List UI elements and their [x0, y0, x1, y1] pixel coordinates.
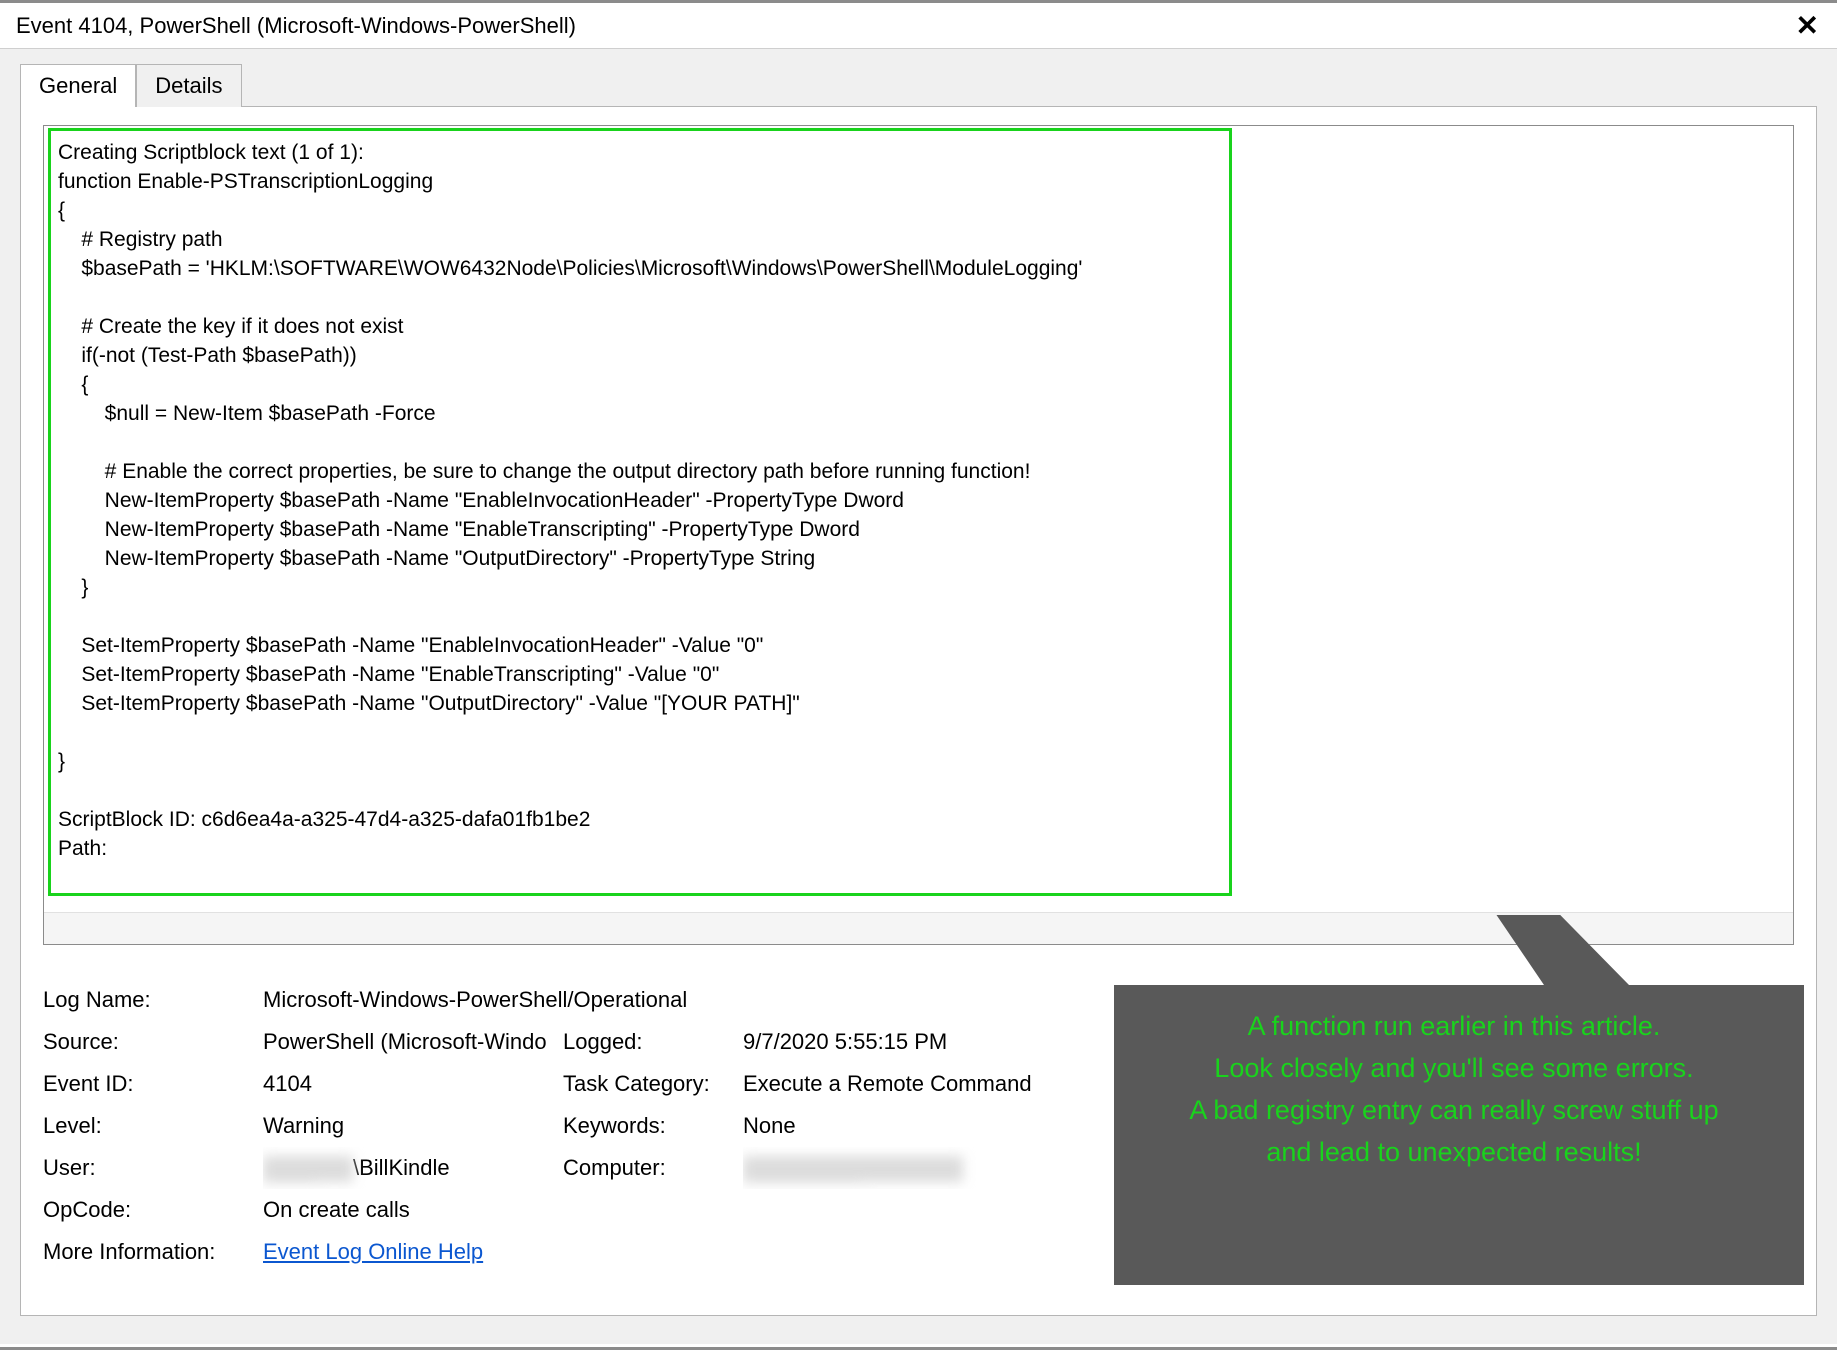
annotation-line-3: A bad registry entry can really screw st… [1134, 1089, 1774, 1131]
label-computer: Computer: [563, 1147, 743, 1189]
tab-general[interactable]: General [20, 64, 136, 107]
value-level: Warning [263, 1105, 563, 1147]
value-opcode: On create calls [263, 1189, 1063, 1231]
tabstrip: General Details [20, 63, 1817, 107]
annotation-line-4: and lead to unexpected results! [1134, 1131, 1774, 1173]
redacted-computer: xxxxxxxxxxx [743, 1156, 963, 1182]
label-level: Level: [43, 1105, 263, 1147]
label-source: Source: [43, 1021, 263, 1063]
annotation-text: A function run earlier in this article. … [1134, 1005, 1774, 1173]
label-opcode: OpCode: [43, 1189, 263, 1231]
dialog-body: General Details Creating Scriptblock tex… [0, 49, 1837, 1344]
window-titlebar: Event 4104, PowerShell (Microsoft-Window… [0, 3, 1837, 49]
value-task-category: Execute a Remote Command [743, 1063, 1063, 1105]
value-logged: 9/7/2020 5:55:15 PM [743, 1021, 1063, 1063]
redacted-user-domain: xxxxx [263, 1156, 353, 1182]
value-user: xxxxx\BillKindle [263, 1147, 563, 1189]
label-more-info: More Information: [43, 1231, 263, 1273]
label-log-name: Log Name: [43, 979, 263, 1021]
scriptblock-pane: Creating Scriptblock text (1 of 1): func… [43, 125, 1794, 945]
annotation-line-2: Look closely and you'll see some errors. [1134, 1047, 1774, 1089]
label-user: User: [43, 1147, 263, 1189]
value-source: PowerShell (Microsoft-Windo [263, 1021, 563, 1063]
value-computer: xxxxxxxxxxx [743, 1147, 1063, 1189]
label-event-id: Event ID: [43, 1063, 263, 1105]
close-icon[interactable]: ✕ [1790, 9, 1825, 42]
window-title: Event 4104, PowerShell (Microsoft-Window… [16, 13, 576, 39]
label-keywords: Keywords: [563, 1105, 743, 1147]
value-log-name: Microsoft-Windows-PowerShell/Operational [263, 979, 1063, 1021]
value-event-id: 4104 [263, 1063, 563, 1105]
annotation-line-1: A function run earlier in this article. [1134, 1005, 1774, 1047]
scriptblock-viewport[interactable]: Creating Scriptblock text (1 of 1): func… [44, 126, 1793, 912]
scriptblock-text: Creating Scriptblock text (1 of 1): func… [44, 126, 1793, 875]
label-logged: Logged: [563, 1021, 743, 1063]
tab-content: Creating Scriptblock text (1 of 1): func… [20, 107, 1817, 1316]
tab-details[interactable]: Details [136, 64, 241, 107]
link-event-log-online-help[interactable]: Event Log Online Help [263, 1239, 483, 1264]
value-user-suffix: \BillKindle [353, 1155, 450, 1180]
label-task-category: Task Category: [563, 1063, 743, 1105]
value-more-info: Event Log Online Help [263, 1231, 1063, 1273]
annotation-callout: A function run earlier in this article. … [1084, 915, 1804, 1295]
value-keywords: None [743, 1105, 1063, 1147]
